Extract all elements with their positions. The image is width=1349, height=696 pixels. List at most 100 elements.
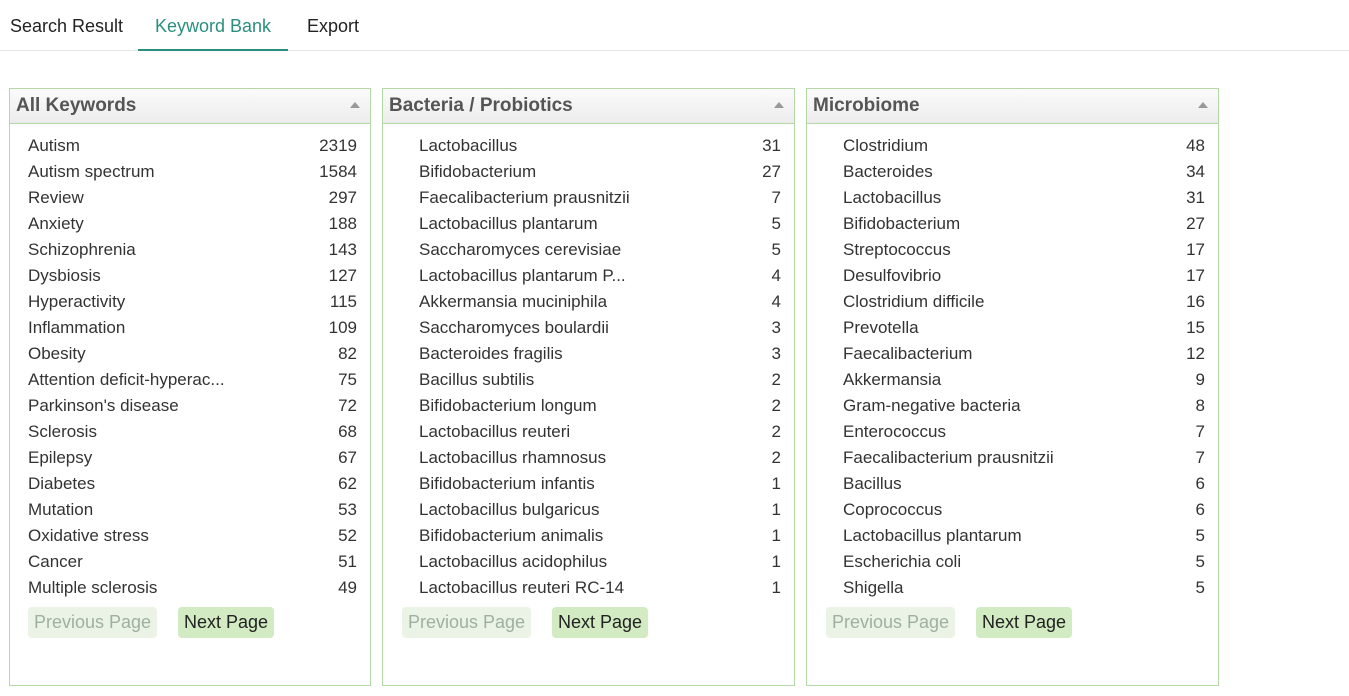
keyword-row[interactable]: Lactobacillus 31 [383, 133, 794, 159]
keyword-count: 1 [771, 500, 781, 519]
keyword-count: 27 [762, 162, 781, 181]
keyword-row[interactable]: Schizophrenia 143 [10, 237, 370, 263]
keyword-row[interactable]: Bifidobacterium 27 [383, 159, 794, 185]
keyword-row[interactable]: Shigella 5 [807, 575, 1218, 601]
next-page-button[interactable]: Next Page [178, 607, 274, 638]
previous-page-button[interactable]: Previous Page [28, 607, 157, 638]
keyword-name: Faecalibacterium prausnitzii [419, 188, 630, 207]
keyword-row[interactable]: Epilepsy 67 [10, 445, 370, 471]
next-page-button[interactable]: Next Page [552, 607, 648, 638]
keyword-row[interactable]: Clostridium 48 [807, 133, 1218, 159]
keyword-row[interactable]: Lactobacillus plantarum 5 [383, 211, 794, 237]
keyword-row[interactable]: Saccharomyces cerevisiae 5 [383, 237, 794, 263]
keyword-name: Cancer [28, 552, 83, 571]
keyword-row[interactable]: Attention deficit-hyperac... 75 [10, 367, 370, 393]
next-page-button[interactable]: Next Page [976, 607, 1072, 638]
keyword-count: 52 [338, 526, 357, 545]
keyword-count: 1 [771, 578, 781, 597]
keyword-row[interactable]: Streptococcus 17 [807, 237, 1218, 263]
keyword-count: 17 [1186, 266, 1205, 285]
keyword-row[interactable]: Bifidobacterium infantis 1 [383, 471, 794, 497]
keyword-row[interactable]: Clostridium difficile 16 [807, 289, 1218, 315]
keyword-row[interactable]: Escherichia coli 5 [807, 549, 1218, 575]
keyword-name: Lactobacillus plantarum P... [419, 266, 626, 285]
panel-header: Bacteria / Probiotics [383, 89, 794, 124]
keyword-row[interactable]: Mutation 53 [10, 497, 370, 523]
keyword-row[interactable]: Bacillus subtilis 2 [383, 367, 794, 393]
keyword-row[interactable]: Lactobacillus acidophilus 1 [383, 549, 794, 575]
keyword-count: 62 [338, 474, 357, 493]
keyword-name: Escherichia coli [843, 552, 962, 571]
keyword-row[interactable]: Cancer 51 [10, 549, 370, 575]
keyword-row[interactable]: Saccharomyces boulardii 3 [383, 315, 794, 341]
keyword-name: Bifidobacterium [419, 162, 537, 181]
keyword-row[interactable]: Lactobacillus reuteri 2 [383, 419, 794, 445]
tab-search-result[interactable]: Search Result [10, 0, 123, 50]
keyword-row[interactable]: Bacillus 6 [807, 471, 1218, 497]
keyword-row[interactable]: Autism spectrum 1584 [10, 159, 370, 185]
keyword-row[interactable]: Dysbiosis 127 [10, 263, 370, 289]
keyword-count: 115 [329, 292, 357, 311]
keyword-row[interactable]: Bifidobacterium longum 2 [383, 393, 794, 419]
keyword-row[interactable]: Lactobacillus plantarum P... 4 [383, 263, 794, 289]
keyword-row[interactable]: Review 297 [10, 185, 370, 211]
keyword-row[interactable]: Lactobacillus rhamnosus 2 [383, 445, 794, 471]
keyword-row[interactable]: Faecalibacterium prausnitzii 7 [383, 185, 794, 211]
collapse-arrow-icon[interactable] [350, 102, 360, 108]
keyword-row[interactable]: Faecalibacterium 12 [807, 341, 1218, 367]
tab-export[interactable]: Export [307, 0, 359, 50]
keyword-count: 2 [771, 448, 781, 467]
keyword-row[interactable]: Enterococcus 7 [807, 419, 1218, 445]
tab-keyword-bank[interactable]: Keyword Bank [138, 0, 288, 51]
keyword-count: 127 [328, 266, 357, 285]
keyword-count: 17 [1186, 240, 1205, 259]
keyword-row[interactable]: Lactobacillus plantarum 5 [807, 523, 1218, 549]
keyword-row[interactable]: Autism 2319 [10, 133, 370, 159]
keyword-panel-bacteria-probiotics: Bacteria / Probiotics Lactobacillus 31 Bif… [382, 88, 795, 686]
keyword-row[interactable]: Inflammation 109 [10, 315, 370, 341]
keyword-row[interactable]: Obesity 82 [10, 341, 370, 367]
keyword-name: Schizophrenia [28, 240, 136, 259]
keyword-row[interactable]: Sclerosis 68 [10, 419, 370, 445]
keyword-row[interactable]: Lactobacillus 31 [807, 185, 1218, 211]
keyword-count: 53 [338, 500, 357, 519]
keyword-row[interactable]: Faecalibacterium prausnitzii 7 [807, 445, 1218, 471]
panel-title: Microbiome [813, 95, 920, 116]
keyword-row[interactable]: Bifidobacterium 27 [807, 211, 1218, 237]
keyword-row[interactable]: Oxidative stress 52 [10, 523, 370, 549]
keyword-name: Faecalibacterium prausnitzii [843, 448, 1054, 467]
collapse-arrow-icon[interactable] [1198, 102, 1208, 108]
keyword-name: Autism [28, 136, 80, 155]
keyword-name: Obesity [28, 344, 86, 363]
keyword-row[interactable]: Gram-negative bacteria 8 [807, 393, 1218, 419]
keyword-row[interactable]: Akkermansia 9 [807, 367, 1218, 393]
keyword-row[interactable]: Anxiety 188 [10, 211, 370, 237]
keyword-row[interactable]: Desulfovibrio 17 [807, 263, 1218, 289]
keyword-count: 51 [338, 552, 357, 571]
keyword-name: Lactobacillus bulgaricus [419, 500, 600, 519]
keyword-count: 68 [338, 422, 357, 441]
keyword-row[interactable]: Lactobacillus bulgaricus 1 [383, 497, 794, 523]
keyword-name: Parkinson's disease [28, 396, 179, 415]
keyword-name: Lactobacillus rhamnosus [419, 448, 607, 467]
keyword-row[interactable]: Coprococcus 6 [807, 497, 1218, 523]
keyword-count: 12 [1186, 344, 1205, 363]
keyword-count: 2 [771, 396, 781, 415]
keyword-row[interactable]: Prevotella 15 [807, 315, 1218, 341]
keyword-row[interactable]: Diabetes 62 [10, 471, 370, 497]
keyword-row[interactable]: Akkermansia muciniphila 4 [383, 289, 794, 315]
keyword-row[interactable]: Parkinson's disease 72 [10, 393, 370, 419]
keyword-row[interactable]: Bacteroides 34 [807, 159, 1218, 185]
keyword-row[interactable]: Hyperactivity 115 [10, 289, 370, 315]
keyword-row[interactable]: Lactobacillus reuteri RC-14 1 [383, 575, 794, 601]
keyword-count: 2 [771, 422, 781, 441]
previous-page-button[interactable]: Previous Page [402, 607, 531, 638]
keyword-row[interactable]: Bacteroides fragilis 3 [383, 341, 794, 367]
previous-page-button[interactable]: Previous Page [826, 607, 955, 638]
keyword-count: 16 [1186, 292, 1205, 311]
keyword-row[interactable]: Bifidobacterium animalis 1 [383, 523, 794, 549]
keyword-count: 1584 [319, 162, 357, 181]
panel-header: All Keywords [10, 89, 370, 124]
collapse-arrow-icon[interactable] [774, 102, 784, 108]
keyword-row[interactable]: Multiple sclerosis 49 [10, 575, 370, 601]
